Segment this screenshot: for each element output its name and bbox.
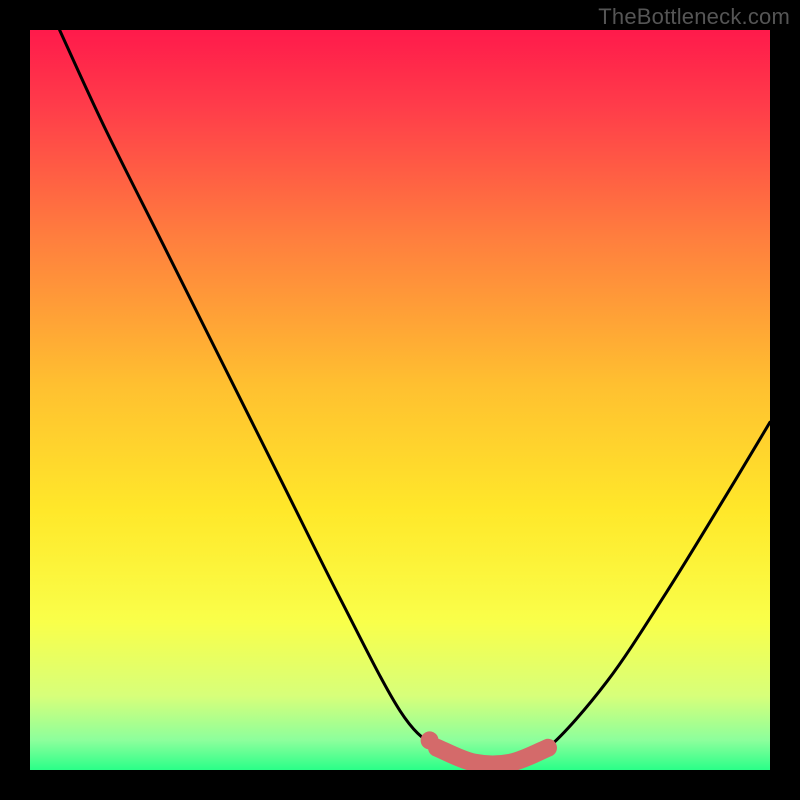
gradient-background — [30, 30, 770, 770]
chart-svg — [30, 30, 770, 770]
marker-dot — [421, 731, 439, 749]
chart-frame: TheBottleneck.com — [0, 0, 800, 800]
watermark-text: TheBottleneck.com — [598, 4, 790, 30]
plot-area — [30, 30, 770, 770]
